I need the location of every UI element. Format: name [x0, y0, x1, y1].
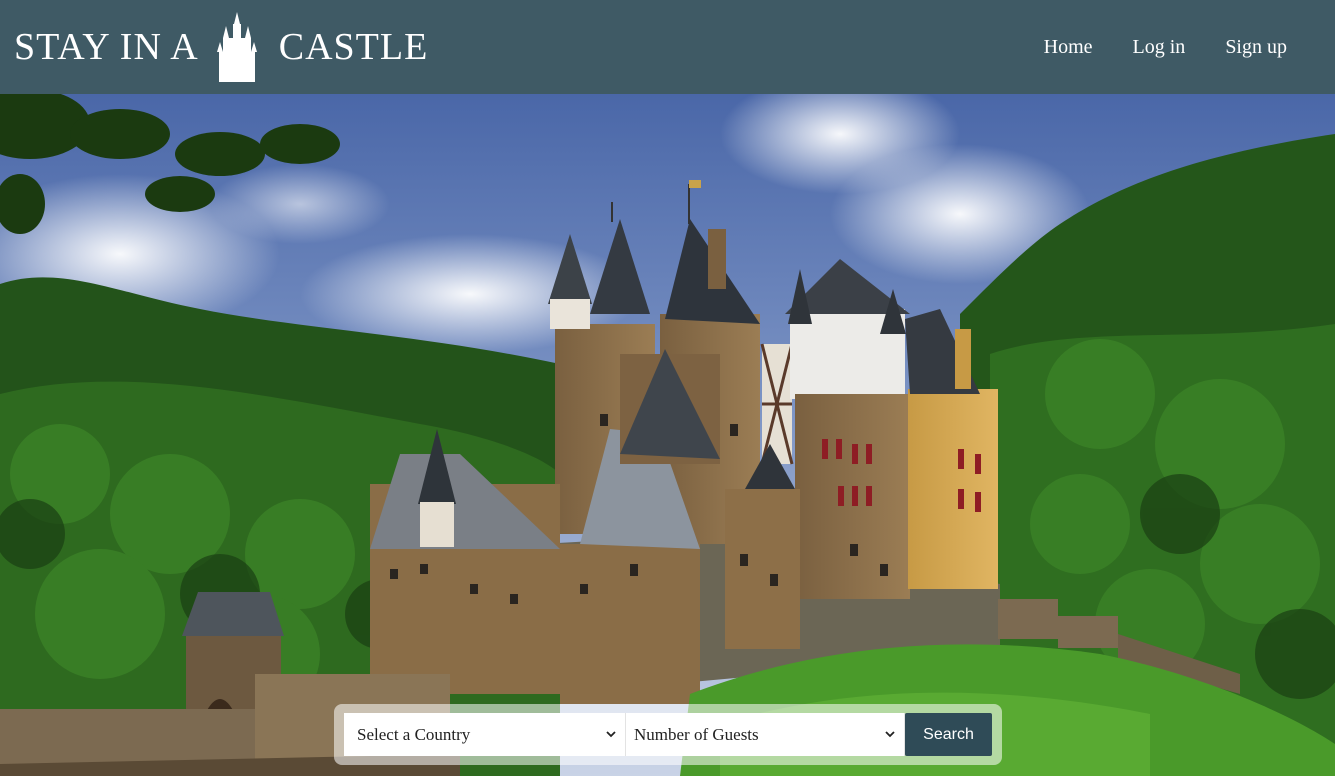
logo-text-right: CASTLE: [278, 26, 429, 68]
nav-signup-link[interactable]: Sign up: [1225, 36, 1287, 59]
chevron-down-icon: [606, 731, 616, 738]
main-nav: Home Log in Sign up: [1004, 36, 1287, 59]
castle-icon: [216, 12, 257, 82]
nav-home-link[interactable]: Home: [1044, 36, 1093, 59]
country-select-label: Select a Country: [357, 724, 471, 744]
logo-text-left: STAY IN A: [14, 26, 199, 68]
guests-select-label: Number of Guests: [634, 724, 759, 744]
guests-select[interactable]: Number of Guests: [626, 713, 905, 756]
nav-login-link[interactable]: Log in: [1133, 36, 1186, 59]
hero-castle-image: [0, 94, 1335, 776]
search-bar: Select a Country Number of Guests Search: [334, 704, 1002, 765]
chevron-down-icon: [885, 731, 895, 738]
site-logo[interactable]: STAY IN A CASTLE: [14, 12, 428, 82]
site-header: STAY IN A CASTLE Home Log in Sign up: [0, 0, 1335, 94]
country-select[interactable]: Select a Country: [344, 713, 626, 756]
search-button[interactable]: Search: [905, 713, 992, 756]
